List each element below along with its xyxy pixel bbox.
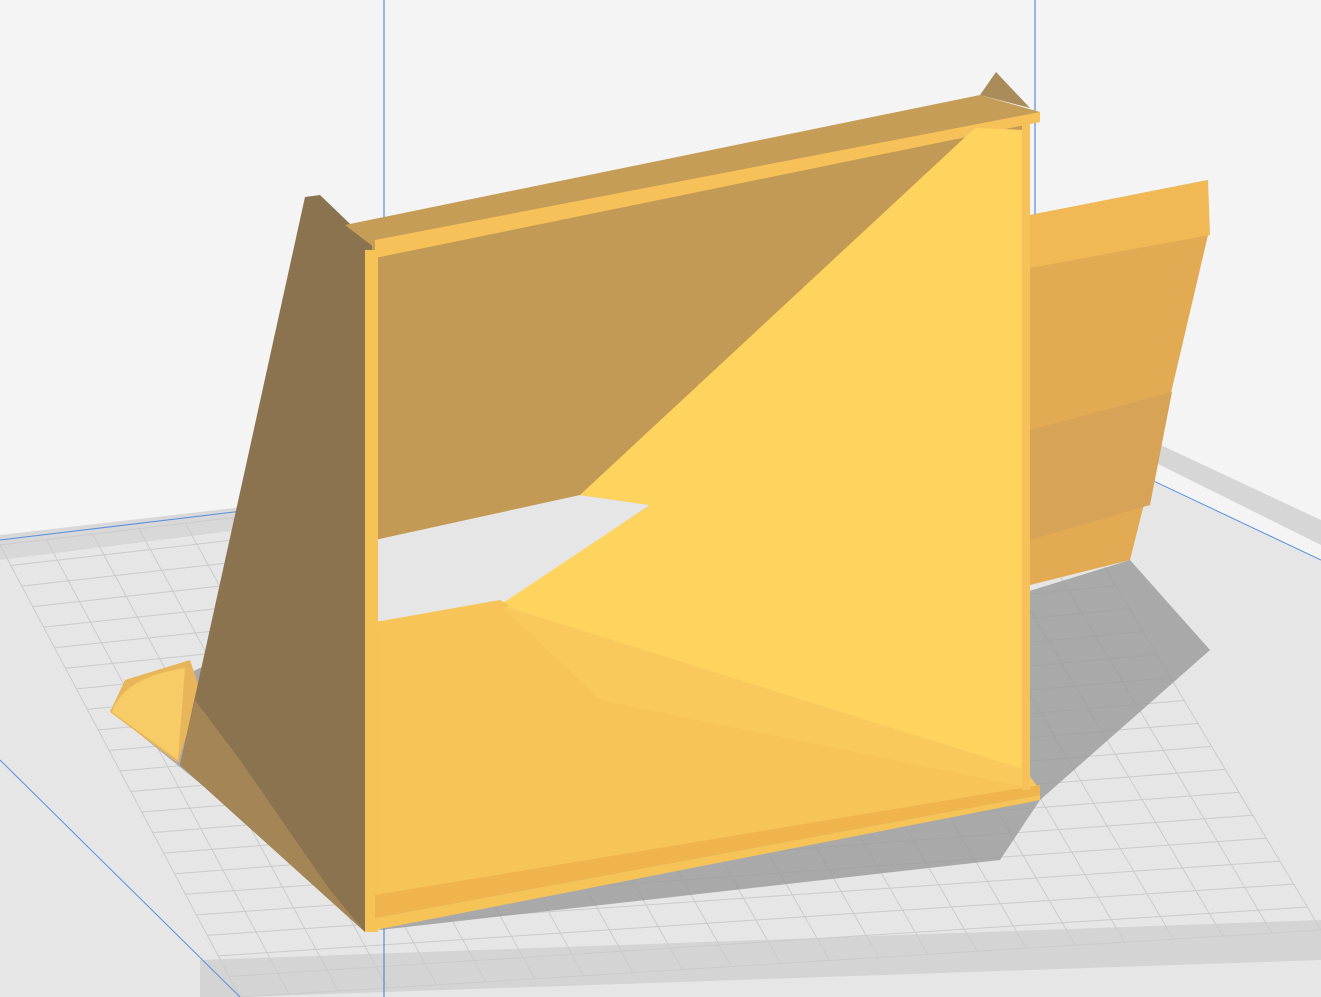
scene-canvas[interactable] (0, 0, 1321, 997)
model-frame-right (1022, 120, 1030, 790)
model-frame-left (365, 250, 378, 932)
3d-viewport[interactable] (0, 0, 1321, 997)
